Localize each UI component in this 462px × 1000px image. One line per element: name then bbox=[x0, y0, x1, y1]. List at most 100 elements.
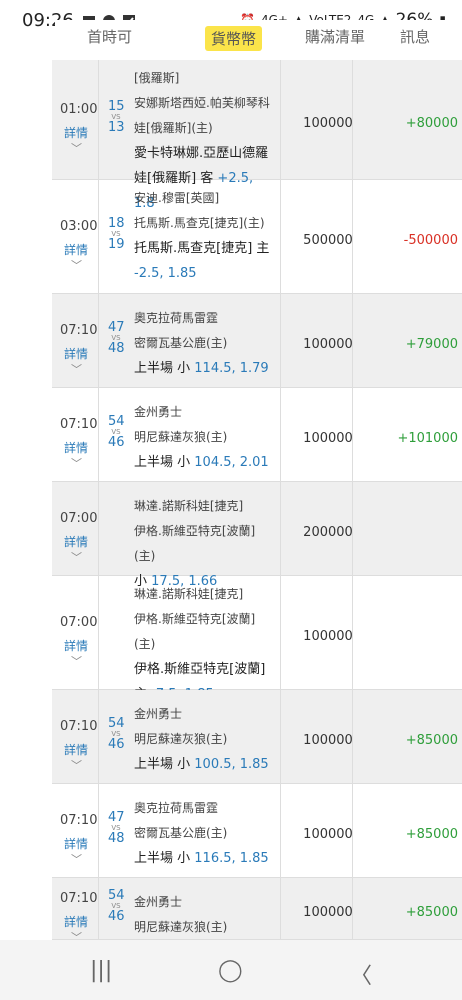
match-time: 07:10 bbox=[60, 813, 98, 828]
chevron-down-icon[interactable]: ﹀ bbox=[71, 757, 82, 773]
result-amount: +79000 bbox=[405, 337, 458, 352]
chevron-down-icon[interactable]: ﹀ bbox=[71, 257, 82, 273]
team-home: 伊格.斯維亞特克[波蘭](主) bbox=[134, 524, 256, 563]
team-home: 明尼蘇達灰狼(主) bbox=[134, 430, 228, 444]
teams-cell: 琳達.諾斯科娃[捷克] 伊格.斯維亞特克[波蘭](主) 伊格.斯維亞特克[波蘭]… bbox=[134, 582, 272, 707]
chevron-down-icon[interactable]: ﹀ bbox=[71, 361, 82, 377]
score-block: 54 VS 46 bbox=[108, 414, 125, 450]
bet-line: 托馬斯.馬查克[捷克] 主 -2.5, 1.85 bbox=[134, 236, 272, 286]
team-away: [俄羅斯] bbox=[134, 71, 180, 85]
match-time: 07:00 bbox=[60, 615, 98, 630]
team-away: 金州勇士 bbox=[134, 895, 183, 909]
bet-line: 上半場 小 104.5, 2.01 bbox=[134, 450, 272, 475]
match-time: 07:10 bbox=[60, 719, 98, 734]
detail-link[interactable]: 詳情 bbox=[64, 345, 88, 362]
teams-cell: 金州勇士 明尼蘇達灰狼(主) 上半場 小 100.5, 1.85 bbox=[134, 702, 272, 777]
teams-cell: 金州勇士 明尼蘇達灰狼(主) 上半場 小 104.5, 2.01 bbox=[134, 400, 272, 475]
score-away: 46 bbox=[108, 435, 125, 450]
bet-selection: 上半場 小 bbox=[134, 455, 191, 470]
bet-line: 上半場 小 116.5, 1.85 bbox=[134, 846, 272, 871]
score-home: 47 bbox=[108, 320, 125, 335]
team-away: 琳達.諾斯科娃[捷克] bbox=[134, 587, 244, 601]
chevron-down-icon[interactable]: ﹀ bbox=[71, 549, 82, 565]
teams-cell: 金州勇士 明尼蘇達灰狼(主) bbox=[134, 890, 272, 940]
detail-link[interactable]: 詳情 bbox=[64, 439, 88, 456]
result-amount: -500000 bbox=[403, 233, 458, 248]
team-home: 托馬斯.馬查克[捷克](主) bbox=[134, 216, 265, 230]
score-away: 19 bbox=[108, 237, 125, 252]
result-amount: +85000 bbox=[405, 733, 458, 748]
team-away: 安迪.穆雷[英國] bbox=[134, 191, 220, 205]
score-away: 46 bbox=[108, 909, 125, 924]
bet-selection: 上半場 小 bbox=[134, 757, 191, 772]
score-home: 54 bbox=[108, 414, 125, 429]
recent-apps-icon[interactable]: ||| bbox=[90, 958, 112, 983]
stake-amount: 100000 bbox=[303, 629, 353, 644]
score-block: 47 VS 48 bbox=[108, 810, 125, 846]
team-home: 明尼蘇達灰狼(主) bbox=[134, 920, 228, 934]
detail-link[interactable]: 詳情 bbox=[64, 637, 88, 654]
stake-amount: 200000 bbox=[303, 525, 353, 540]
score-home: 54 bbox=[108, 888, 125, 903]
navigation-bar: ||| ◯ 〈 bbox=[0, 940, 462, 1000]
score-block: 18 VS 19 bbox=[108, 216, 125, 252]
chevron-down-icon[interactable]: ﹀ bbox=[71, 455, 82, 471]
detail-link[interactable]: 詳情 bbox=[64, 533, 88, 550]
chevron-down-icon[interactable]: ﹀ bbox=[71, 851, 82, 867]
score-away: 48 bbox=[108, 831, 125, 846]
team-home: 密爾瓦基公鹿(主) bbox=[134, 826, 228, 840]
table-row: 03:00 詳情 ﹀ 18 VS 19 安迪.穆雷[英國] 托馬斯.馬查克[捷克… bbox=[52, 180, 462, 294]
bet-odds: 116.5, 1.85 bbox=[194, 851, 269, 866]
team-away: 金州勇士 bbox=[134, 405, 183, 419]
score-home: 54 bbox=[108, 716, 125, 731]
detail-link[interactable]: 詳情 bbox=[64, 741, 88, 758]
score-block: 47 VS 48 bbox=[108, 320, 125, 356]
top-tabs: 首時可 貨幣幣 購滿清單 訊息 bbox=[55, 20, 462, 61]
bet-selection: 上半場 小 bbox=[134, 851, 191, 866]
chevron-down-icon[interactable]: ﹀ bbox=[71, 140, 82, 156]
match-time: 07:10 bbox=[60, 323, 98, 338]
score-away: 46 bbox=[108, 737, 125, 752]
score-block: 54 VS 46 bbox=[108, 888, 125, 924]
detail-link[interactable]: 詳情 bbox=[64, 241, 88, 258]
teams-cell: 安迪.穆雷[英國] 托馬斯.馬查克[捷克](主) 托馬斯.馬查克[捷克] 主 -… bbox=[134, 186, 272, 286]
score-away: 48 bbox=[108, 341, 125, 356]
result-amount: +101000 bbox=[397, 431, 458, 446]
team-home: 明尼蘇達灰狼(主) bbox=[134, 732, 228, 746]
back-icon[interactable]: 〈 bbox=[350, 958, 372, 990]
match-time: 07:00 bbox=[60, 511, 98, 526]
score-block: 15 VS 13 bbox=[108, 100, 125, 134]
bet-line: 上半場 小 100.5, 1.85 bbox=[134, 752, 272, 777]
teams-cell: 奧克拉荷馬雷霆 密爾瓦基公鹿(主) 上半場 小 114.5, 1.79 bbox=[134, 306, 272, 381]
left-gutter bbox=[0, 60, 52, 940]
detail-link[interactable]: 詳情 bbox=[64, 835, 88, 852]
table-row: 07:00 詳情 ﹀ 琳達.諾斯科娃[捷克] 伊格.斯維亞特克[波蘭](主) 伊… bbox=[52, 576, 462, 702]
tab-currency[interactable]: 貨幣幣 bbox=[205, 26, 263, 51]
score-home: 47 bbox=[108, 810, 125, 825]
match-time: 01:00 bbox=[60, 102, 98, 117]
tab-cart[interactable]: 購滿清單 bbox=[305, 26, 365, 47]
team-home: 密爾瓦基公鹿(主) bbox=[134, 336, 228, 350]
home-icon[interactable]: ◯ bbox=[218, 958, 243, 983]
tab-messages[interactable]: 訊息 bbox=[400, 26, 430, 47]
bet-odds: 114.5, 1.79 bbox=[194, 361, 269, 376]
tab-first[interactable]: 首時可 bbox=[87, 26, 132, 47]
result-amount: +85000 bbox=[405, 905, 458, 920]
match-time: 07:10 bbox=[60, 417, 98, 432]
team-away: 琳達.諾斯科娃[捷克] bbox=[134, 499, 244, 513]
table-row: 07:10 詳情 ﹀ 54 VS 46 金州勇士 明尼蘇達灰狼(主) 上半場 小… bbox=[52, 388, 462, 482]
detail-link[interactable]: 詳情 bbox=[64, 124, 88, 141]
table-row: 07:10 詳情 ﹀ 54 VS 46 金州勇士 明尼蘇達灰狼(主) 上半場 小… bbox=[52, 690, 462, 784]
score-home: 18 bbox=[108, 216, 125, 231]
team-home: 伊格.斯維亞特克[波蘭](主) bbox=[134, 612, 256, 651]
bet-odds: 100.5, 1.85 bbox=[194, 757, 269, 772]
table-row: 07:00 詳情 ﹀ 琳達.諾斯科娃[捷克] 伊格.斯維亞特克[波蘭](主) 小… bbox=[52, 482, 462, 589]
match-time: 07:10 bbox=[60, 891, 98, 906]
bet-line: 上半場 小 114.5, 1.79 bbox=[134, 356, 272, 381]
bet-selection: 托馬斯.馬查克[捷克] 主 bbox=[134, 241, 270, 256]
result-amount: +80000 bbox=[405, 116, 458, 131]
chevron-down-icon[interactable]: ﹀ bbox=[71, 653, 82, 669]
bet-selection: 上半場 小 bbox=[134, 361, 191, 376]
table-row: 07:10 詳情 ﹀ 54 VS 46 金州勇士 明尼蘇達灰狼(主) 10000… bbox=[52, 878, 462, 944]
detail-link[interactable]: 詳情 bbox=[64, 913, 88, 930]
